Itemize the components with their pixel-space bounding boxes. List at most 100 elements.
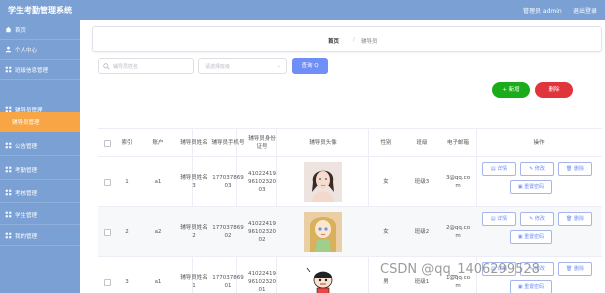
- admin-label: 管理员 admin: [523, 8, 562, 15]
- header-account: 账户: [152, 140, 164, 146]
- grid-icon: [5, 142, 12, 149]
- trash-icon: 🗑: [566, 166, 573, 172]
- detail-button[interactable]: ▤ 详情: [482, 212, 516, 226]
- query-button[interactable]: 查询 Q: [292, 58, 328, 74]
- header-name: 辅导员姓名: [180, 140, 208, 146]
- sidebar-item-student[interactable]: 学生管理: [0, 205, 80, 225]
- header-id-number: 辅导员身份证号: [248, 136, 276, 150]
- reset-password-button[interactable]: ▣ 重置密码: [510, 280, 552, 293]
- search-name-placeholder: 辅导员姓名: [113, 64, 139, 70]
- add-button[interactable]: + 新增: [492, 82, 530, 98]
- header-gender: 性别: [380, 140, 392, 146]
- sidebar: 首页 个人中心 班级信息管理 辅导员管理 辅导员管理 公告管理 考勤管理 考核管…: [0, 20, 80, 293]
- row-select-cell[interactable]: [98, 257, 116, 293]
- grid-icon: [5, 66, 12, 73]
- cell-id-number: 410224199610232003: [248, 171, 276, 193]
- cell-index: 1: [125, 179, 129, 185]
- row-select-cell[interactable]: [98, 157, 116, 207]
- row-delete-button[interactable]: 🗑 删除: [558, 212, 592, 226]
- cell-avatar: [278, 207, 368, 257]
- cell-class: 班级3: [414, 179, 430, 185]
- select-all-checkbox[interactable]: [103, 139, 111, 147]
- sidebar-item-label: 我的管理: [15, 234, 38, 240]
- sidebar-item-mine[interactable]: 我的管理: [0, 226, 80, 246]
- sidebar-item-assessment[interactable]: 考核管理: [0, 183, 80, 203]
- top-bar: 学生考勤管理系统 管理员 admin 退出登录: [0, 0, 605, 20]
- search-icon: [103, 63, 110, 70]
- reset-label: 重置密码: [524, 184, 545, 190]
- edit-label: 修改: [534, 216, 545, 222]
- user-icon: [5, 46, 12, 53]
- cell-phone: 17703786901: [212, 275, 244, 289]
- reset-icon: ▣: [517, 184, 523, 190]
- row-select-cell[interactable]: [98, 207, 116, 257]
- sidebar-item-profile[interactable]: 个人中心: [0, 40, 80, 60]
- trash-icon: 🗑: [566, 266, 573, 272]
- table-row: 2 a2 辅导员姓名2 17703786902 4102241996102320…: [98, 207, 602, 257]
- grid-icon: [5, 232, 12, 239]
- header-index: 索引: [121, 140, 133, 146]
- cell-class: 班级2: [414, 229, 430, 235]
- chevron-down-icon: ⌄: [276, 63, 281, 69]
- edit-button[interactable]: ✎ 修改: [520, 162, 554, 176]
- cell-avatar: [278, 157, 368, 207]
- app-title: 学生考勤管理系统: [8, 6, 72, 15]
- row-checkbox[interactable]: [103, 278, 111, 286]
- breadcrumb-home[interactable]: 首页: [328, 37, 339, 45]
- detail-button[interactable]: ▤ 详情: [482, 162, 516, 176]
- edit-icon: ✎: [529, 166, 534, 172]
- row-delete-button[interactable]: 🗑 删除: [558, 162, 592, 176]
- row-checkbox[interactable]: [103, 228, 111, 236]
- detail-label: 详情: [497, 216, 508, 222]
- reset-password-button[interactable]: ▣ 重置密码: [510, 180, 552, 194]
- cell-gender: 女: [383, 229, 389, 235]
- sidebar-item-label: 学生管理: [15, 213, 38, 219]
- cell-gender: 女: [383, 179, 389, 185]
- reset-password-button[interactable]: ▣ 重置密码: [510, 230, 552, 244]
- class-select-placeholder: 请选择班级: [205, 64, 231, 70]
- sidebar-item-label: 考核管理: [15, 191, 38, 197]
- reset-icon: ▣: [517, 234, 523, 240]
- cell-id-number: 410224199610232001: [248, 271, 276, 293]
- sidebar-item-label: 公告管理: [15, 144, 38, 150]
- delete-button[interactable]: 删除: [535, 82, 573, 98]
- cell-account: a1: [154, 179, 162, 185]
- cell-avatar: [278, 257, 368, 293]
- logout-link[interactable]: 退出登录: [573, 6, 597, 15]
- main-content: 首页 / 辅导员 辅导员姓名 请选择班级 ⌄ 查询 Q + 新增 删除 索引 账…: [80, 20, 605, 293]
- row-operations: ▤ 详情 ✎ 修改 🗑 删除 ▣ 重置密码: [476, 162, 602, 202]
- search-name-input[interactable]: 辅导员姓名: [98, 58, 194, 74]
- edit-button[interactable]: ✎ 修改: [520, 212, 554, 226]
- header-avatar: 辅导员头像: [309, 140, 337, 146]
- grid-icon: [5, 189, 12, 196]
- delete-label: 删除: [573, 166, 584, 172]
- grid-icon: [5, 166, 12, 173]
- sidebar-subitem-counselor[interactable]: 辅导员管理: [0, 112, 80, 132]
- delete-label: 删除: [573, 216, 584, 222]
- trash-icon: 🗑: [566, 216, 573, 222]
- select-all-cell[interactable]: [98, 129, 116, 157]
- cell-index: 3: [125, 279, 129, 285]
- counselor-avatar-photo: [304, 162, 342, 202]
- sidebar-item-class[interactable]: 班级信息管理: [0, 60, 80, 80]
- header-class: 班级: [416, 140, 428, 146]
- edit-label: 修改: [534, 166, 545, 172]
- counselor-avatar-cartoon: [304, 262, 342, 293]
- watermark-text: CSDN @qq_1406299528: [380, 262, 540, 277]
- detail-icon: ▤: [490, 166, 496, 172]
- row-delete-button[interactable]: 🗑 删除: [558, 262, 592, 276]
- reset-label: 重置密码: [524, 234, 545, 240]
- header-phone: 辅导员手机号: [211, 140, 245, 146]
- sidebar-item-home[interactable]: 首页: [0, 20, 80, 40]
- reset-icon: ▣: [517, 284, 523, 290]
- grid-icon: [5, 211, 12, 218]
- header-email: 电子邮箱: [446, 140, 469, 146]
- sidebar-item-label: 考勤管理: [15, 168, 38, 174]
- sidebar-item-notice[interactable]: 公告管理: [0, 136, 80, 156]
- sidebar-item-attendance[interactable]: 考勤管理: [0, 160, 80, 180]
- header-operations: 操作: [533, 140, 545, 146]
- row-checkbox[interactable]: [103, 178, 111, 186]
- class-select[interactable]: 请选择班级 ⌄: [198, 58, 287, 74]
- cell-name: 辅导员姓名2: [180, 225, 208, 239]
- cell-index: 2: [125, 229, 129, 235]
